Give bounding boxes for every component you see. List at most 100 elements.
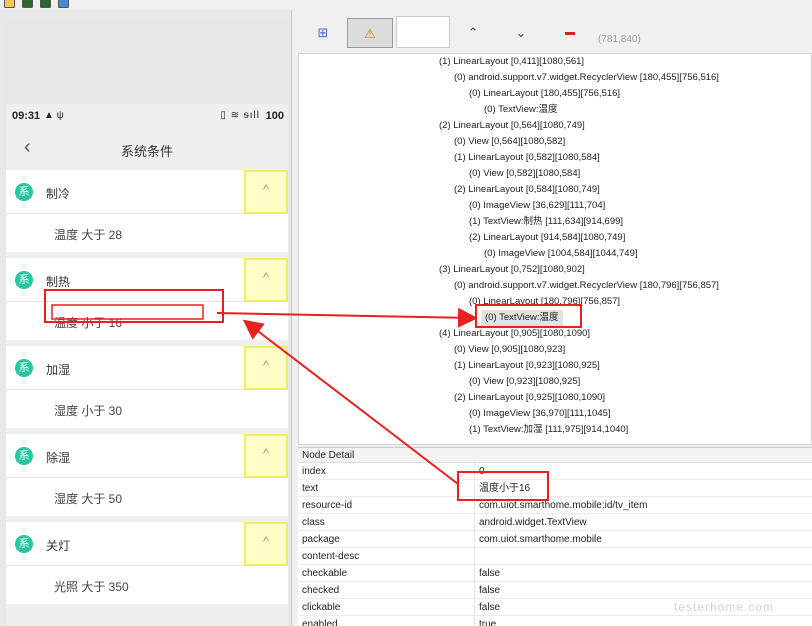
tree-node[interactable]: (0) TextView:温度	[484, 102, 558, 118]
tree-node[interactable]: (0) android.support.v7.widget.RecyclerVi…	[454, 70, 719, 86]
battery-level: 100	[265, 110, 284, 122]
screenshot-icon[interactable]	[22, 0, 33, 8]
device-screen: 09:31 ▲ ψ ▯ ≋ ᵴıll 100 ‹ 系统条件 系 制冷 ^ 温度 …	[6, 20, 288, 626]
detail-row[interactable]: checked false	[298, 582, 812, 599]
chevron-up-icon: ^	[262, 534, 270, 549]
screenshot-panel: 09:31 ▲ ψ ▯ ≋ ᵴıll 100 ‹ 系统条件 系 制冷 ^ 温度 …	[0, 10, 292, 626]
tree-node[interactable]: (1) LinearLayout [0,411][1080,561]	[439, 54, 584, 70]
detail-value	[474, 548, 812, 565]
chevron-up-icon: ^	[262, 358, 270, 373]
tree-node[interactable]: (0) View [0,923][1080,925]	[469, 374, 580, 390]
collapse-toggle[interactable]: ^	[244, 434, 288, 478]
group-header[interactable]: 系 制冷 ^	[6, 170, 288, 214]
condition-group-dehumidify: 系 除湿 ^ 湿度 大于 50	[6, 434, 288, 516]
tree-node[interactable]: (2) LinearLayout [0,584][1080,749]	[454, 182, 600, 198]
detail-row[interactable]: enabled true	[298, 616, 812, 626]
warning-toggle-icon[interactable]: ⚠	[347, 18, 393, 48]
detail-row[interactable]: package com.uiot.smarthome.mobile	[298, 531, 812, 548]
group-label: 制冷	[46, 187, 71, 201]
detail-row[interactable]: index 0	[298, 463, 812, 480]
tree-node[interactable]: (1) TextView:加湿 [111,975][914,1040]	[469, 422, 628, 438]
detail-key: enabled	[302, 619, 338, 626]
nav-bar: ‹ 系统条件	[6, 132, 288, 166]
condition-item[interactable]: 温度 大于 28	[6, 214, 288, 252]
tree-node-selected[interactable]: (0) TextView:温度	[481, 310, 563, 326]
tree-node[interactable]: (1) TextView:制热 [111,634][914,699]	[469, 214, 623, 230]
chevron-up-icon: ^	[262, 270, 270, 285]
open-folder-icon[interactable]	[4, 0, 15, 8]
inspector-toolbar: ⊞ ⚠ ⌃ ⌄ (781,840)	[292, 10, 812, 54]
condition-group-lights-off: 系 关灯 ^ 光照 大于 350	[6, 522, 288, 604]
detail-row[interactable]: checkable false	[298, 565, 812, 582]
hierarchy-tree[interactable]: (1) LinearLayout [0,411][1080,561] (0) a…	[298, 53, 812, 445]
group-header[interactable]: 系 制热 ^	[6, 258, 288, 302]
detail-key: package	[302, 534, 340, 545]
search-box[interactable]	[396, 16, 450, 48]
expand-all-icon[interactable]: ⊞	[300, 18, 346, 48]
detail-value: false	[474, 565, 812, 582]
dump-icon[interactable]	[40, 0, 51, 8]
collapse-toggle[interactable]: ^	[244, 522, 288, 566]
inspector-panel: ⊞ ⚠ ⌃ ⌄ (781,840) (1) LinearLayout [0,41…	[292, 10, 812, 626]
tree-node[interactable]: (0) ImageView [1004,584][1044,749]	[484, 246, 638, 262]
detail-row[interactable]: text 温度小于16	[298, 480, 812, 497]
tree-node[interactable]: (0) View [0,564][1080,582]	[454, 134, 565, 150]
collapse-toggle[interactable]: ^	[244, 258, 288, 302]
condition-text: 温度 小于 16	[54, 316, 123, 330]
group-label: 关灯	[46, 539, 71, 553]
group-label: 除湿	[46, 451, 71, 465]
detail-row[interactable]: content-desc	[298, 548, 812, 565]
tree-node[interactable]: (0) ImageView [36,629][111,704]	[469, 198, 605, 214]
chevron-up-icon: ^	[262, 446, 270, 461]
collapse-toggle[interactable]: ^	[244, 170, 288, 214]
top-toolstrip	[0, 0, 812, 10]
detail-key: resource-id	[302, 500, 353, 511]
detail-header: Node Detail	[298, 448, 812, 463]
tree-node[interactable]: (1) LinearLayout [0,923][1080,925]	[454, 358, 600, 374]
detail-value: true	[474, 616, 812, 626]
condition-group-cool: 系 制冷 ^ 温度 大于 28	[6, 170, 288, 252]
app-root: 09:31 ▲ ψ ▯ ≋ ᵴıll 100 ‹ 系统条件 系 制冷 ^ 温度 …	[0, 0, 812, 626]
watermark: testerhome.com	[674, 600, 775, 614]
condition-group-humidify: 系 加湿 ^ 湿度 小于 30	[6, 346, 288, 428]
remove-icon[interactable]	[565, 32, 575, 35]
group-label: 制热	[46, 275, 71, 289]
tree-node[interactable]: (0) LinearLayout [180,796][756,857]	[469, 294, 620, 310]
tree-node[interactable]: (4) LinearLayout [0,905][1080,1090]	[439, 326, 590, 342]
collapse-toggle[interactable]: ^	[244, 346, 288, 390]
group-header[interactable]: 系 关灯 ^	[6, 522, 288, 566]
condition-item[interactable]: 温度 小于 16	[6, 302, 288, 340]
detail-value: 0	[474, 463, 812, 480]
detail-value: android.widget.TextView	[474, 514, 812, 531]
tree-node[interactable]: (2) LinearLayout [914,584][1080,749]	[469, 230, 625, 246]
detail-key: class	[302, 517, 325, 528]
condition-item[interactable]: 湿度 大于 50	[6, 478, 288, 516]
detail-row[interactable]: class android.widget.TextView	[298, 514, 812, 531]
group-header[interactable]: 系 除湿 ^	[6, 434, 288, 478]
save-icon[interactable]	[58, 0, 69, 8]
tree-node[interactable]: (0) ImageView [36,970][111,1045]	[469, 406, 611, 422]
detail-value: com.uiot.smarthome.mobile:id/tv_item	[474, 497, 812, 514]
tree-node[interactable]: (2) LinearLayout [0,564][1080,749]	[439, 118, 585, 134]
tree-node[interactable]: (3) LinearLayout [0,752][1080,902]	[439, 262, 585, 278]
condition-text: 湿度 大于 50	[54, 492, 123, 506]
group-header[interactable]: 系 加湿 ^	[6, 346, 288, 390]
tree-node[interactable]: (0) LinearLayout [180,455][756,516]	[469, 86, 620, 102]
coordinate-readout: (781,840)	[598, 34, 641, 45]
detail-key: checkable	[302, 568, 348, 579]
tree-node[interactable]: (0) View [0,905][1080,923]	[454, 342, 565, 358]
condition-item[interactable]: 湿度 小于 30	[6, 390, 288, 428]
chevron-up-icon: ^	[262, 182, 270, 197]
tree-node[interactable]: (0) View [0,582][1080,584]	[469, 166, 580, 182]
condition-text: 光照 大于 350	[54, 580, 129, 594]
tree-node[interactable]: (1) LinearLayout [0,582][1080,584]	[454, 150, 600, 166]
chevron-down-icon[interactable]: ⌄	[498, 18, 544, 48]
tree-node[interactable]: (0) android.support.v7.widget.RecyclerVi…	[454, 278, 719, 294]
status-signal-icons: ▯ ≋ ᵴıll	[220, 110, 260, 121]
screen-margin	[6, 20, 288, 104]
condition-item[interactable]: 光照 大于 350	[6, 566, 288, 604]
detail-key: content-desc	[302, 551, 360, 562]
tree-node[interactable]: (2) LinearLayout [0,925][1080,1090]	[454, 390, 605, 406]
detail-row[interactable]: resource-id com.uiot.smarthome.mobile:id/…	[298, 497, 812, 514]
chevron-up-icon[interactable]: ⌃	[450, 18, 496, 48]
